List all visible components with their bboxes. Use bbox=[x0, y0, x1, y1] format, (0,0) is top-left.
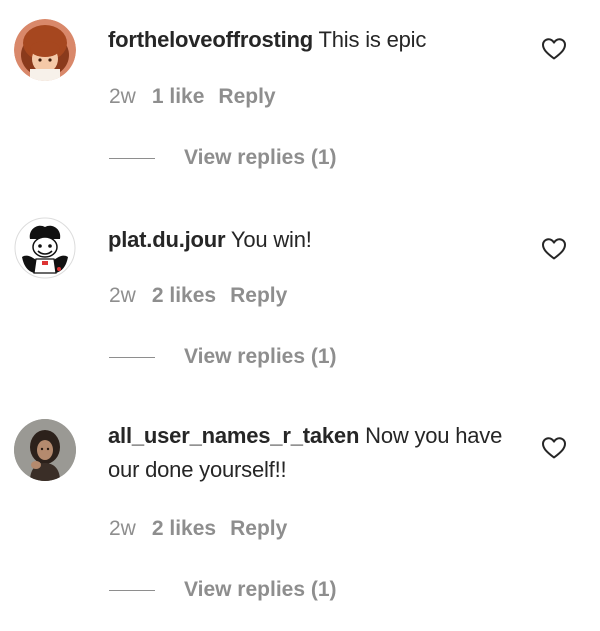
replies-divider-line bbox=[109, 157, 155, 159]
comment-meta: 2w 1 like Reply bbox=[109, 85, 290, 109]
comment-timestamp[interactable]: 2w bbox=[109, 85, 136, 108]
view-replies[interactable]: View replies (1) bbox=[109, 345, 337, 369]
avatar[interactable] bbox=[14, 19, 76, 81]
view-replies-button[interactable]: View replies (1) bbox=[184, 578, 337, 602]
comment-likes-count[interactable]: 1 like bbox=[152, 85, 205, 108]
heart-outline-icon bbox=[542, 437, 566, 459]
comment-likes-count[interactable]: 2 likes bbox=[152, 284, 216, 307]
view-replies-button[interactable]: View replies (1) bbox=[184, 146, 337, 170]
avatar[interactable] bbox=[14, 419, 76, 481]
comment-username[interactable]: fortheloveoffrosting bbox=[108, 27, 313, 52]
comment-text: fortheloveoffrosting This is epic bbox=[108, 23, 518, 57]
comment-body: You win! bbox=[225, 227, 312, 252]
avatar-cartoon-redhead-icon bbox=[14, 19, 76, 81]
comment-username[interactable]: all_user_names_r_taken bbox=[108, 423, 359, 448]
comment-text: plat.du.jour You win! bbox=[108, 223, 518, 257]
replies-divider-line bbox=[109, 589, 155, 591]
comment-likes-count[interactable]: 2 likes bbox=[152, 517, 216, 540]
comment-username[interactable]: plat.du.jour bbox=[108, 227, 226, 252]
view-replies[interactable]: View replies (1) bbox=[109, 578, 337, 602]
heart-outline-icon bbox=[542, 238, 566, 260]
comment-meta: 2w 2 likes Reply bbox=[109, 284, 301, 308]
like-heart-button[interactable] bbox=[541, 37, 567, 61]
like-heart-button[interactable] bbox=[541, 237, 567, 261]
replies-divider-line bbox=[109, 356, 155, 358]
avatar-chef-illustration-icon bbox=[14, 217, 76, 279]
view-replies-button[interactable]: View replies (1) bbox=[184, 345, 337, 369]
reply-button[interactable]: Reply bbox=[230, 284, 287, 307]
view-replies[interactable]: View replies (1) bbox=[109, 146, 337, 170]
reply-button[interactable]: Reply bbox=[218, 85, 275, 108]
avatar-photo-person-icon bbox=[14, 419, 76, 481]
like-heart-button[interactable] bbox=[541, 436, 567, 460]
comment-meta: 2w 2 likes Reply bbox=[109, 517, 301, 541]
reply-button[interactable]: Reply bbox=[230, 517, 287, 540]
comment-timestamp[interactable]: 2w bbox=[109, 284, 136, 307]
comments-list: fortheloveoffrosting This is epic 2w 1 li… bbox=[0, 0, 600, 631]
avatar[interactable] bbox=[14, 217, 76, 279]
comment-body: This is epic bbox=[313, 27, 427, 52]
comment-timestamp[interactable]: 2w bbox=[109, 517, 136, 540]
comment-text: all_user_names_r_taken Now you have our … bbox=[108, 419, 518, 487]
heart-outline-icon bbox=[542, 38, 566, 60]
